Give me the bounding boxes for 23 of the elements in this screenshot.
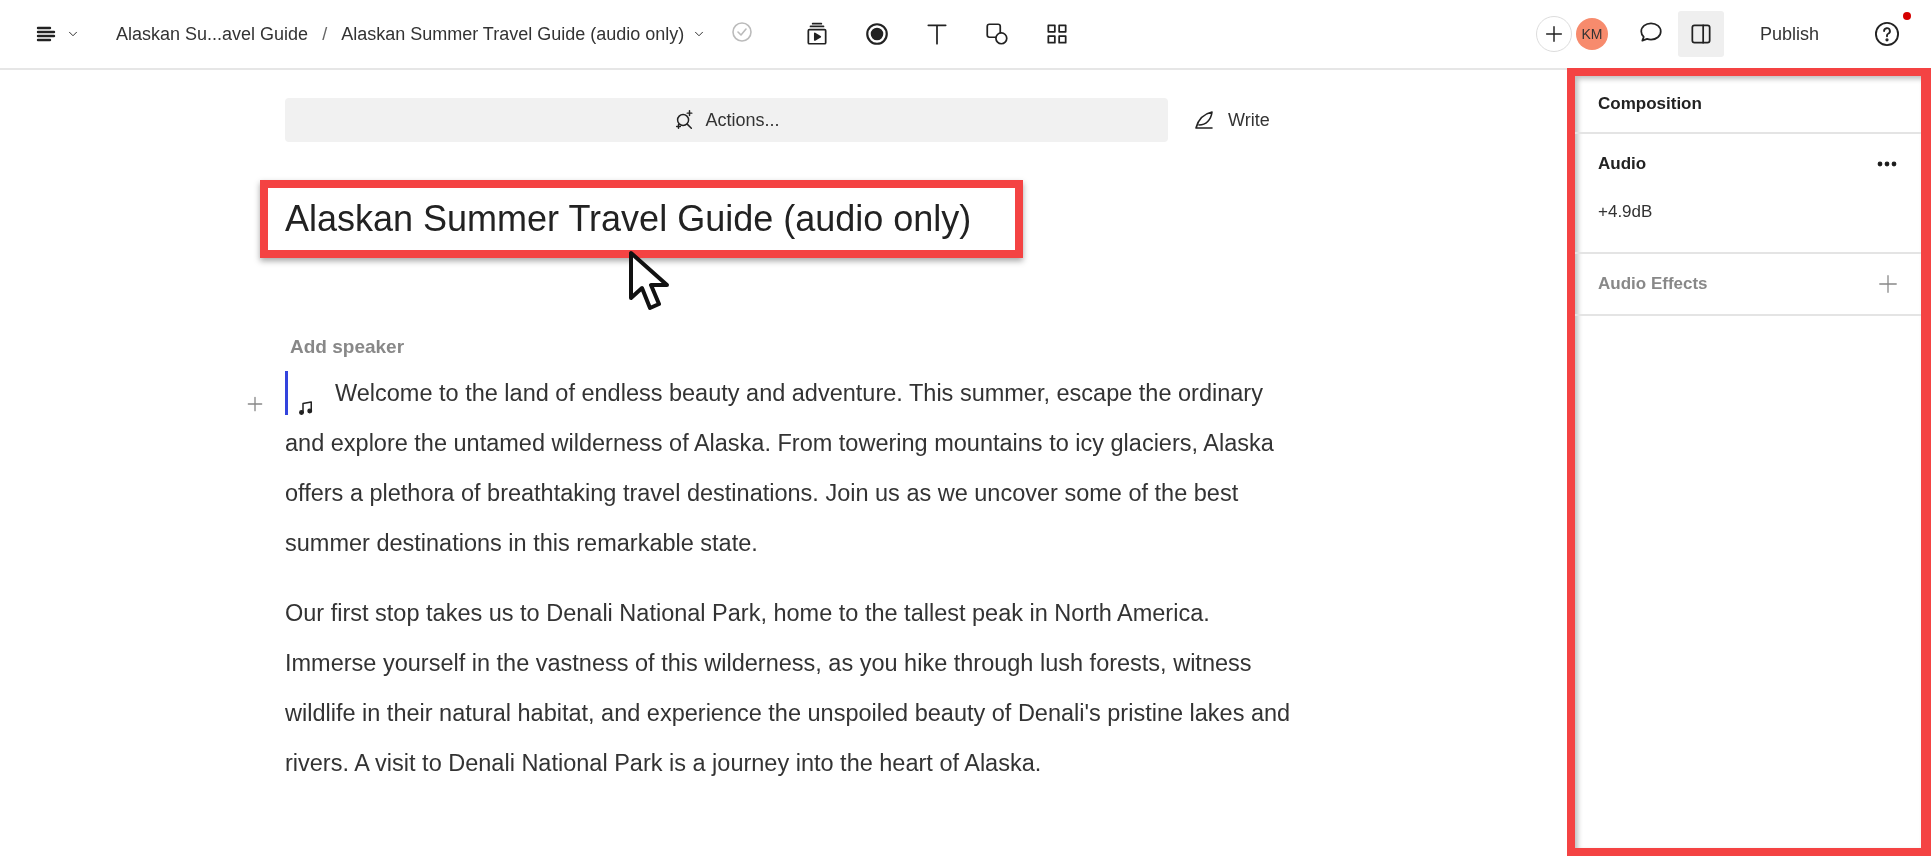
help-icon[interactable] xyxy=(1873,20,1901,48)
sidebar-toggle-button[interactable] xyxy=(1677,11,1724,57)
transcript-paragraph[interactable]: Welcome to the land of endless beauty and adventure. This summer, escape the ordinary and explore the untamed wilderness of Alaska. From towering mountains to icy glaciers, Alaska offers a plethora of breathtaking travel destinations. Join us as we uncover some of the best summer destinations in this remarkable state. xyxy=(285,368,1295,568)
section-title: Audio xyxy=(1598,154,1647,174)
breadcrumb-link[interactable]: Alaskan Su...avel Guide xyxy=(116,23,309,45)
quill-icon xyxy=(1192,108,1216,132)
breadcrumb-link[interactable]: Alaskan Summer Travel Guide (audio only) xyxy=(341,23,685,45)
add-speaker-field[interactable]: Add speaker xyxy=(290,336,1567,358)
add-button[interactable] xyxy=(1535,16,1572,52)
shapes-icon[interactable] xyxy=(984,21,1011,47)
document-title[interactable]: Alaskan Summer Travel Guide (audio only) xyxy=(285,198,972,240)
record-icon[interactable] xyxy=(864,21,891,47)
user-avatar[interactable]: KM xyxy=(1575,18,1608,50)
music-note-icon xyxy=(297,399,315,417)
transcript-paragraph[interactable]: Our first stop takes us to Denali National Park, home to the tallest peak in North America. Immerse yourself in the vastness of this wilderness, as you hike through lush forests, witness wildlife in their natural habitat, and experience the unspoiled beauty of Denali's pristine lakes and rivers. A visit to Denali National Park is a journey into the heart of Alaska. xyxy=(285,588,1295,788)
volume-value: +4.9dB xyxy=(1598,202,1654,223)
panel-title: Composition xyxy=(1575,76,1921,134)
section-title: Audio Effects xyxy=(1598,274,1708,294)
check-circle-icon[interactable] xyxy=(730,20,755,44)
actions-button[interactable]: Actions... xyxy=(285,98,1168,142)
write-button[interactable]: Write xyxy=(1192,108,1270,132)
publish-button[interactable]: Publish xyxy=(1755,15,1823,53)
breadcrumb-separator: / xyxy=(322,23,328,45)
